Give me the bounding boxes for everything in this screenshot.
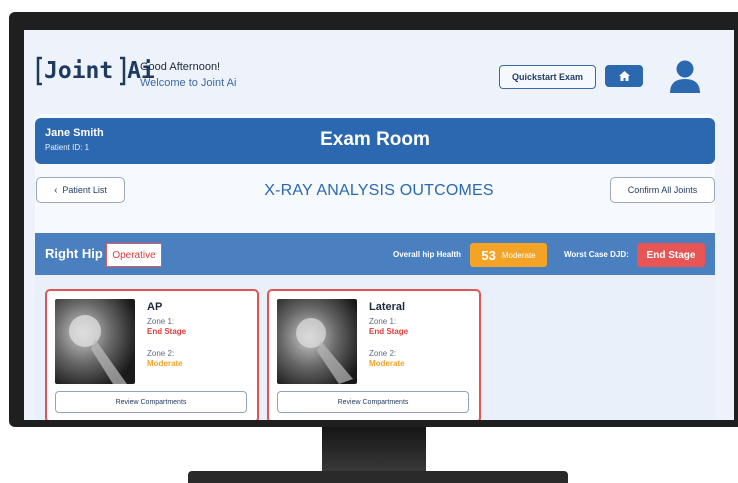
operative-badge: Operative	[106, 243, 162, 267]
joint-header-bar: Right Hip Operative Overall hip Health 5…	[35, 233, 715, 275]
view-name: Lateral	[369, 301, 406, 313]
monitor-stand-neck	[322, 427, 426, 473]
monitor-stand-base	[188, 471, 568, 483]
xray-thumbnail-ap	[55, 299, 135, 384]
logo-text: Joint Ai	[44, 58, 155, 84]
home-icon	[618, 71, 630, 81]
zone1-value: End Stage	[369, 327, 409, 336]
xray-card-lateral[interactable]: Lateral Zone 1: End Stage Zone 2: Modera…	[267, 289, 481, 420]
overall-health-grade: Moderate	[501, 250, 536, 260]
review-compartments-button[interactable]: Review Compartments	[55, 391, 247, 413]
greeting-text: Good Afternoon!	[140, 61, 221, 73]
confirm-all-joints-button[interactable]: Confirm All Joints	[610, 177, 715, 203]
overall-health-score: 53	[481, 247, 496, 263]
view-name: AP	[147, 301, 163, 313]
exam-room-bar: Jane Smith Patient ID: 1 Exam Room	[35, 118, 715, 164]
zone2-value: Moderate	[369, 359, 405, 368]
zone2-value: Moderate	[147, 359, 183, 368]
zone2-label: Zone 2:	[369, 349, 397, 358]
joint-name: Right Hip	[45, 246, 103, 261]
welcome-text: Welcome to Joint Ai	[140, 77, 237, 89]
exam-room-title: Exam Room	[320, 129, 430, 150]
quickstart-exam-button[interactable]: Quickstart Exam	[499, 65, 596, 89]
zone1-value: End Stage	[147, 327, 187, 336]
app-logo: Joint Ai	[36, 56, 155, 86]
worst-case-badge: End Stage	[637, 243, 705, 267]
zone2-label: Zone 2:	[147, 349, 175, 358]
xray-card-ap[interactable]: AP Zone 1: End Stage Zone 2: Moderate Re…	[45, 289, 259, 420]
overall-health-badge: 53 Moderate	[470, 243, 547, 267]
worst-case-label: Worst Case DJD:	[564, 250, 629, 259]
overall-health-label: Overall hip Health	[393, 250, 462, 259]
review-compartments-button[interactable]: Review Compartments	[277, 391, 469, 413]
monitor-frame: Joint Ai Good Afternoon! Welcome to Join…	[9, 12, 738, 427]
user-avatar-icon[interactable]	[669, 59, 701, 93]
zone1-label: Zone 1:	[369, 317, 397, 326]
app-screen: Joint Ai Good Afternoon! Welcome to Join…	[24, 30, 734, 420]
xray-thumbnail-lateral	[277, 299, 357, 384]
home-button[interactable]	[605, 65, 643, 87]
zone1-label: Zone 1:	[147, 317, 175, 326]
